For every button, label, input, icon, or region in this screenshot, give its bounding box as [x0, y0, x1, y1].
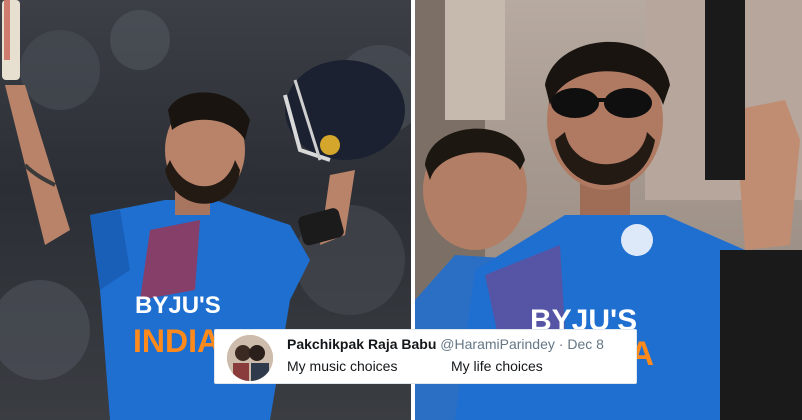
caption-left: My music choices: [287, 358, 398, 374]
left-jersey-country: INDIA: [133, 323, 220, 359]
tweet-date[interactable]: Dec 8: [567, 336, 604, 352]
tweet-text: My music choices My life choices: [287, 358, 543, 374]
tweet-header: Pakchikpak Raja Babu @HaramiParindey · D…: [287, 336, 604, 352]
display-name[interactable]: Pakchikpak Raja Babu: [287, 336, 436, 352]
left-jersey-sponsor: BYJU'S: [135, 292, 221, 319]
avatar[interactable]: [227, 335, 273, 381]
caption-right: My life choices: [451, 358, 543, 374]
profile-picture: [227, 335, 273, 381]
separator-dot: ·: [558, 336, 564, 352]
tweet-card[interactable]: Pakchikpak Raja Babu @HaramiParindey · D…: [214, 329, 637, 384]
user-handle[interactable]: @HaramiParindey: [440, 336, 555, 352]
